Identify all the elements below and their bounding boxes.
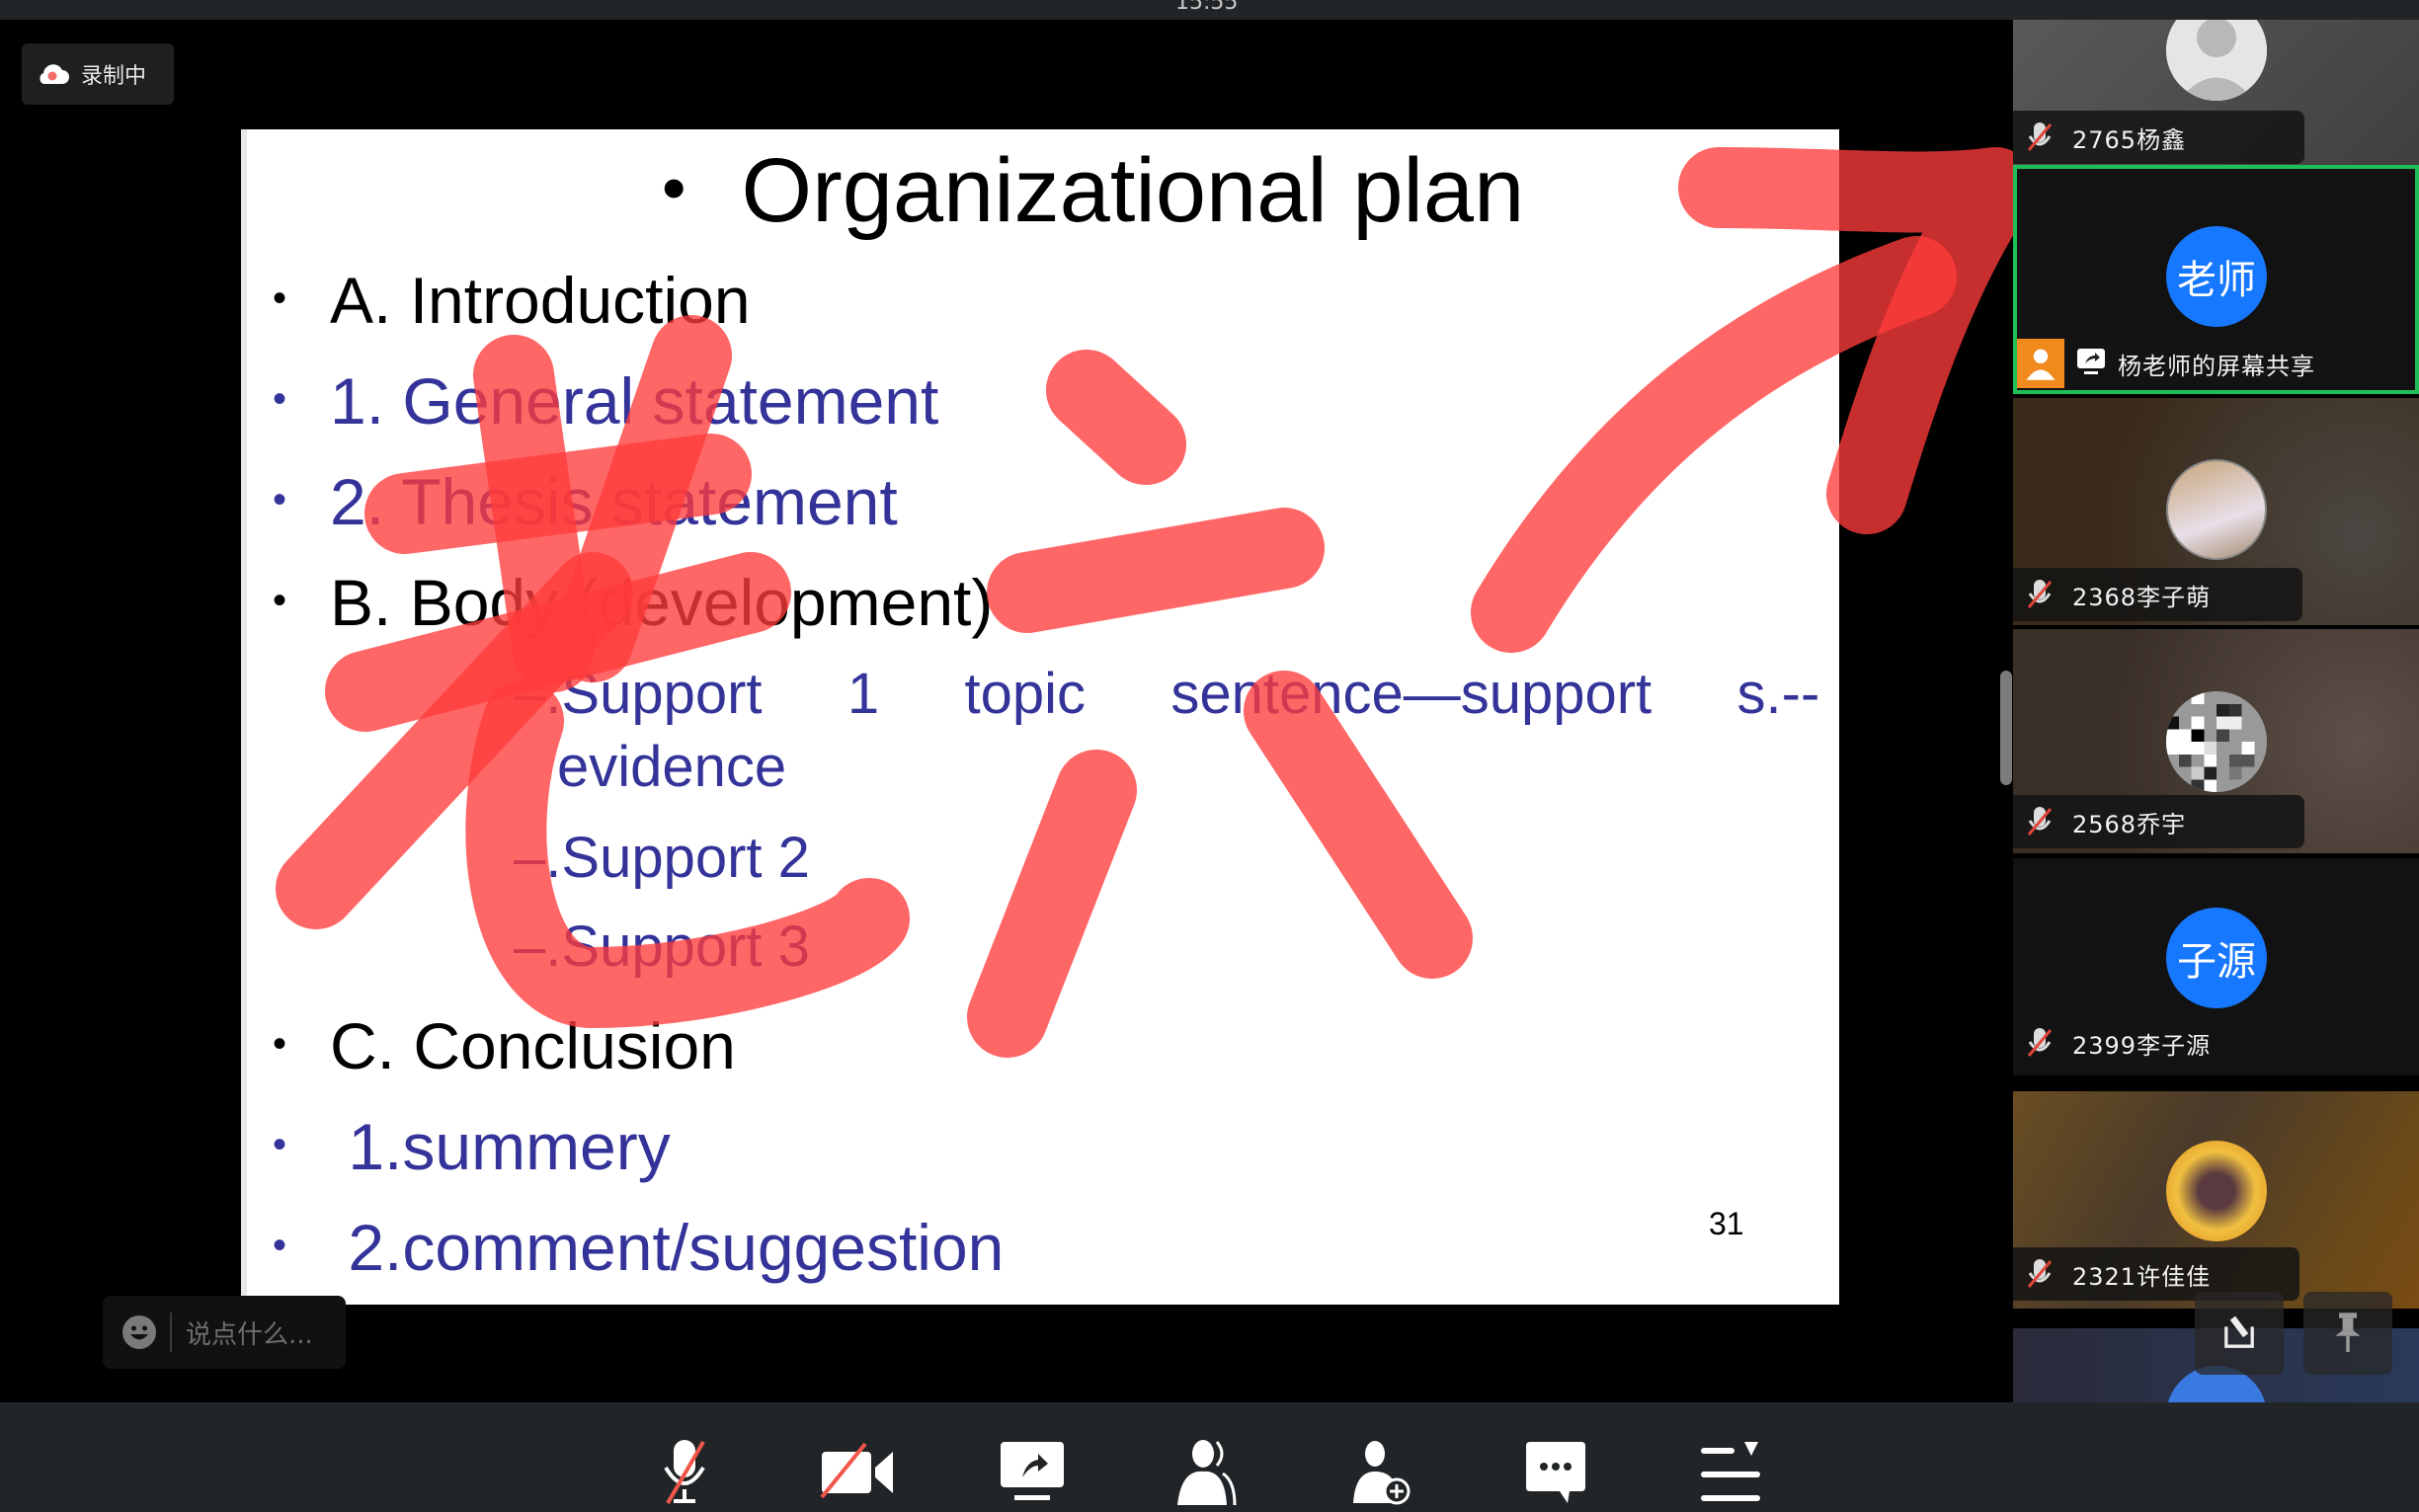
slide-line: • 1. General statement (273, 364, 939, 438)
participant-tile-active[interactable]: 老师 杨老师的屏幕共享 (2013, 165, 2419, 394)
top-bar: 15:55 (0, 0, 2419, 20)
nameplate: 2568乔宇 (2013, 795, 2304, 848)
participant-name: 杨老师的屏幕共享 (2118, 352, 2315, 380)
participant-tile[interactable]: 2368李子萌 (2013, 398, 2419, 625)
shared-slide: • Organizational plan • A. Introduction • 1… (241, 129, 1839, 1305)
participant-name: 2568乔宇 (2072, 810, 2187, 838)
mute-button[interactable] (646, 1438, 725, 1507)
avatar-pixelated (2166, 691, 2267, 792)
participant-name: 2368李子萌 (2072, 583, 2212, 611)
video-button[interactable] (818, 1438, 897, 1507)
chat-placeholder: 说点什么... (186, 1319, 313, 1350)
mic-off-icon (2025, 805, 2055, 838)
participant-tile[interactable]: 子源 2399李子源 (2013, 858, 2419, 1075)
mic-off-icon (2025, 120, 2055, 154)
slide-line: • B. Body (development) (273, 566, 994, 639)
slide-line: • 2. Thesis statement (273, 465, 898, 538)
slide-line: • 1.summery (273, 1110, 671, 1183)
nameplate: 杨老师的屏幕共享 (2017, 337, 2379, 390)
cloud-record-icon (36, 63, 69, 85)
avatar: 子源 (2166, 908, 2267, 1008)
avatar: 老师 (2166, 226, 2267, 327)
slide-subline: –.Support 1 topic sentence—support s.-- (514, 662, 1820, 726)
slide-line: • A. Introduction (273, 264, 751, 337)
mic-off-icon (2025, 578, 2055, 611)
participant-tile[interactable]: 2321许佳佳 (2013, 1091, 2419, 1309)
recording-badge[interactable]: 录制中 (22, 43, 174, 105)
recording-label: 录制中 (81, 64, 147, 89)
pin-button[interactable] (2303, 1292, 2392, 1375)
meeting-window: 15:55 录制中 • Organizational plan • A. Intro… (0, 0, 2419, 1512)
share-screen-button[interactable] (993, 1438, 1072, 1507)
chat-icon (1526, 1442, 1585, 1503)
add-user-icon (1353, 1441, 1411, 1505)
mic-off-icon (664, 1440, 705, 1505)
avatar-photo (2166, 459, 2267, 560)
invite-button[interactable] (1341, 1438, 1420, 1507)
participant-tile[interactable]: 2568乔宇 (2013, 629, 2419, 853)
slide-subline: –.Support 2 (514, 826, 810, 890)
more-button[interactable] (1691, 1438, 1770, 1507)
exit-fullscreen-button[interactable] (2195, 1292, 2284, 1375)
chat-divider (170, 1313, 172, 1352)
chat-button[interactable] (1516, 1438, 1595, 1507)
sidebar-scrollbar[interactable] (2000, 671, 2012, 785)
chat-input[interactable]: 说点什么... (103, 1296, 346, 1369)
mic-off-icon (2025, 1257, 2055, 1291)
mic-off-icon (2025, 1026, 2055, 1060)
slide-line: • 2.comment/suggestion (273, 1211, 1005, 1284)
slide-page-number: 31 (1709, 1206, 1744, 1241)
participant-sidebar: 2765杨鑫 老师 杨老师的屏幕共享 2368李子萌 2568乔宇 子源 239… (2013, 20, 2419, 1402)
avatar (2166, 20, 2267, 101)
screen-share-icon (2076, 347, 2106, 380)
slide-subline: evidence (557, 735, 787, 799)
emoji-icon[interactable] (122, 1315, 156, 1349)
slide-title: • Organizational plan (662, 140, 1525, 241)
clock: 15:55 (1175, 0, 1239, 15)
nameplate: 2368李子萌 (2013, 568, 2302, 621)
participant-name: 2765杨鑫 (2072, 125, 2187, 154)
pin-icon (2335, 1313, 2361, 1352)
default-avatar-icon (2166, 20, 2267, 101)
avatar-photo (2166, 1141, 2267, 1241)
camera-off-icon (820, 1442, 893, 1499)
participant-tile[interactable]: 2765杨鑫 (2013, 20, 2419, 176)
share-screen-icon (1001, 1442, 1064, 1500)
slide-subline: –.Support 3 (514, 915, 810, 979)
exit-fullscreen-icon (2224, 1315, 2254, 1348)
participant-name: 2321许佳佳 (2072, 1262, 2212, 1291)
meeting-toolbar (0, 1402, 2419, 1512)
slide-line: • C. Conclusion (273, 1009, 736, 1082)
participant-name: 2399李子源 (2072, 1031, 2212, 1060)
participants-button[interactable] (1168, 1438, 1247, 1507)
participants-icon (1177, 1440, 1237, 1506)
more-menu-icon (1701, 1442, 1760, 1501)
nameplate: 2765杨鑫 (2013, 111, 2304, 164)
nameplate: 2399李子源 (2013, 1016, 2309, 1070)
host-icon (2017, 339, 2064, 388)
